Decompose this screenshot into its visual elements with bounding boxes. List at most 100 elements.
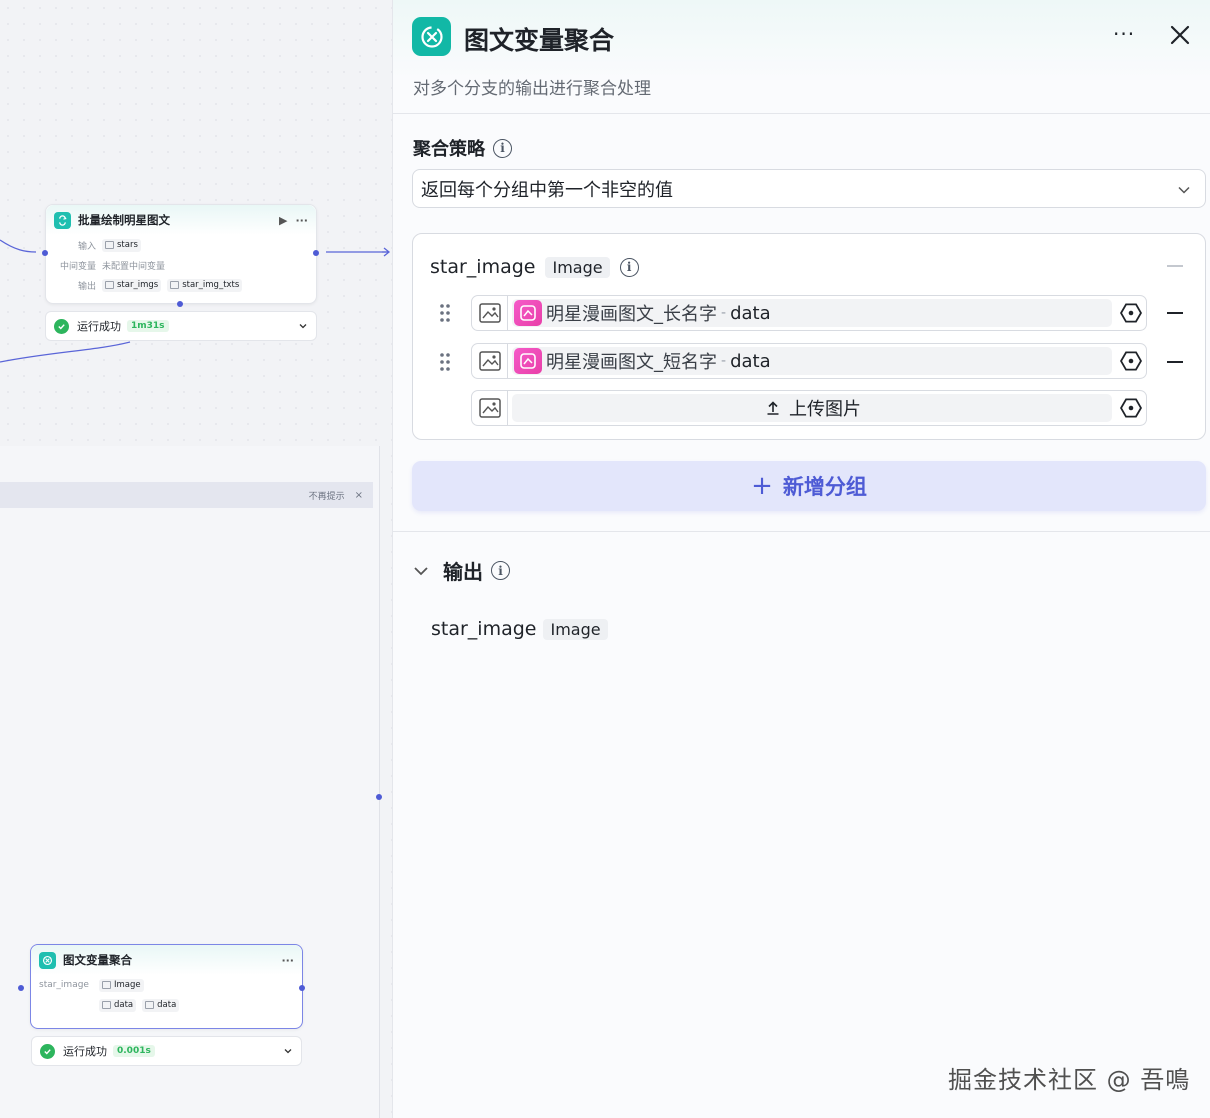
output-port[interactable] [313,250,319,256]
variable-row[interactable]: 明星漫画图文_长名字 - data [471,295,1147,331]
close-icon[interactable] [1169,24,1191,46]
aggregate-node-title: 图文变量聚合 [63,953,132,967]
variable-sep: - [721,305,727,321]
chevron-down-icon [414,566,428,575]
add-group-button[interactable]: + 新增分组 [412,461,1206,511]
chevron-down-icon[interactable] [298,321,308,331]
batch-run-status[interactable]: 运行成功 1m31s [45,311,317,341]
watermark: 掘金技术社区 @ 吾鳴 [948,1066,1191,1094]
image-icon [472,391,508,425]
output-label: 输出 [443,560,483,584]
batch-mid-row: 中间变量 未配置中间变量 [46,255,316,275]
more-icon[interactable]: ··· [295,214,308,227]
strategy-value: 返回每个分组中第一个非空的值 [421,179,673,201]
variable-ref[interactable]: 明星漫画图文_长名字 - data [512,299,1112,327]
mid-label: 中间变量 [59,261,96,272]
upload-image-button[interactable]: 上传图片 [512,394,1112,422]
more-icon[interactable]: ··· [1113,22,1135,46]
panel-title[interactable]: 图文变量聚合 [464,21,614,57]
drag-handle-icon[interactable] [439,303,451,323]
aggregate-icon [412,17,451,56]
output-variable: star_image Image [431,618,608,640]
aggregate-run-status[interactable]: 运行成功 0.001s [31,1036,302,1066]
output-section-toggle[interactable]: 输出 i [413,556,510,585]
source-tag: data [99,998,137,1012]
batch-input-row: 输入 stars [46,235,316,255]
chevron-down-icon [1178,186,1190,194]
variable-field: data [730,350,771,372]
var-name: star_image [39,980,89,990]
mid-value: 未配置中间变量 [102,261,166,272]
image-gen-node-icon [514,348,542,374]
status-text: 运行成功 [77,320,121,333]
output-tag: star_img_txts [167,278,243,292]
loop-icon [54,211,71,229]
success-icon [54,318,69,334]
image-icon [472,344,508,378]
variable-picker-icon[interactable] [1116,301,1146,325]
batch-node-header: 批量绘制明星图文 ▶ ··· [46,205,316,235]
drag-handle-icon[interactable] [439,352,451,372]
upload-label: 上传图片 [789,399,861,420]
info-icon[interactable]: i [619,257,639,277]
image-icon [102,1001,111,1009]
panel-header: 图文变量聚合 对多个分支的输出进行聚合处理 ··· [393,0,1210,114]
variable-picker-icon[interactable] [1116,349,1146,373]
aggregate-node[interactable]: 图文变量聚合 ··· star_image Image data data [30,944,303,1029]
output-label: 输出 [77,281,96,292]
variable-row[interactable]: 明星漫画图文_短名字 - data [471,343,1147,379]
output-type-tag: Image [543,618,608,640]
aggregate-source-row: data data [31,995,302,1015]
image-icon [101,981,111,989]
output-tag: star_imgs [102,278,162,292]
variable-source: 明星漫画图文_长名字 [546,304,717,325]
strategy-select[interactable]: 返回每个分组中第一个非空的值 [412,169,1206,208]
batch-node-title: 批量绘制明星图文 [78,213,170,227]
group-type-tag: Image [545,256,610,278]
group-name[interactable]: star_image [430,256,535,278]
image-icon [105,281,114,289]
tip-bar: 不再提示 × [0,482,373,508]
image-icon [145,1001,155,1009]
output-port[interactable] [299,985,305,991]
divider [393,531,1210,532]
image-icon [472,296,508,330]
input-port[interactable] [42,250,48,256]
chevron-down-icon[interactable] [283,1046,293,1056]
play-icon[interactable]: ▶ [279,214,287,227]
status-text: 运行成功 [63,1045,107,1058]
variable-sep: - [721,353,727,369]
remove-variable-button[interactable] [1167,312,1183,314]
workflow-canvas[interactable]: 批量绘制明星图文 ▶ ··· 输入 stars 中间变量 未配置中间变量 输出 … [0,0,392,1118]
variable-group: star_image Image i 明星漫画图文_长名字 - data 明星漫… [412,233,1206,440]
bottom-port[interactable] [177,301,183,307]
duration-badge: 0.001s [113,1045,155,1057]
input-port[interactable] [18,985,24,991]
batch-node[interactable]: 批量绘制明星图文 ▶ ··· 输入 stars 中间变量 未配置中间变量 输出 … [45,204,317,304]
dismiss-tip-link[interactable]: 不再提示 [309,489,345,502]
close-icon[interactable]: × [355,490,363,501]
info-icon[interactable]: i [493,138,512,158]
output-name: star_image [431,618,537,640]
strategy-label: 聚合策略 i [413,135,512,161]
variable-picker-icon[interactable] [1116,396,1146,420]
source-tag: data [142,998,180,1012]
remove-group-button[interactable] [1167,265,1183,267]
more-icon[interactable]: ··· [281,954,294,967]
batch-output-row: 输出 star_imgs star_img_txts [46,275,316,295]
add-group-label: 新增分组 [782,475,867,499]
variable-field: data [730,302,771,324]
image-icon [170,281,180,289]
panel-description[interactable]: 对多个分支的输出进行聚合处理 [413,74,651,99]
remove-variable-button[interactable] [1167,361,1183,363]
input-label: 输入 [77,241,96,252]
variable-ref[interactable]: 明星漫画图文_短名字 - data [512,347,1112,375]
aggregate-var-row: star_image Image [31,975,302,995]
image-gen-node-icon [514,300,542,326]
loop-output-port[interactable] [376,794,382,800]
upload-icon [767,401,779,415]
var-type-tag: Image [98,978,144,992]
array-icon [105,241,114,249]
info-icon[interactable]: i [491,561,510,580]
upload-row[interactable]: 上传图片 [471,390,1147,426]
